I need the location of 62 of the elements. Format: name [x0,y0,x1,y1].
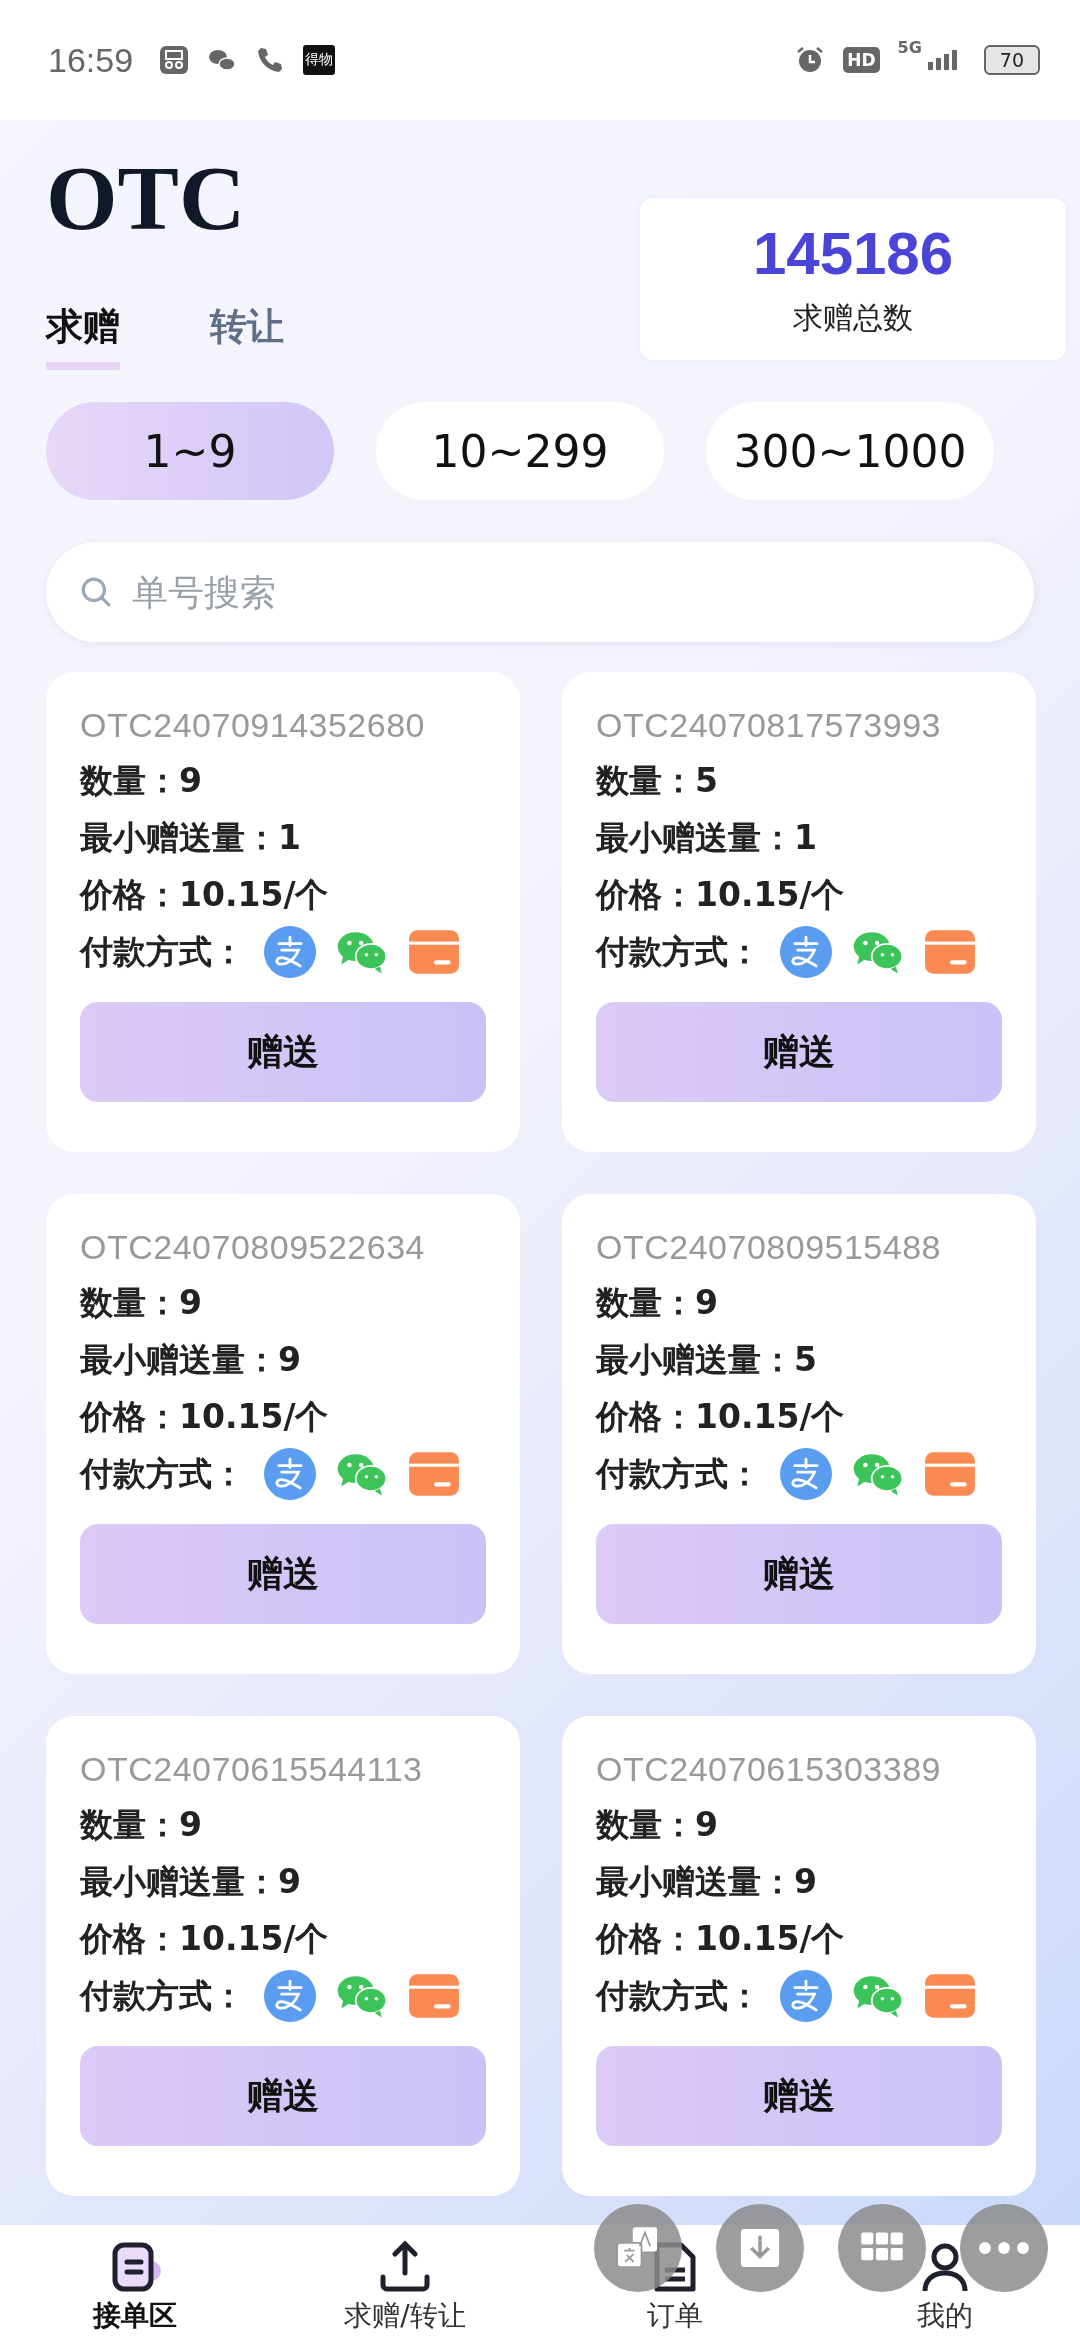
tab[interactable]: 转让 [210,302,284,370]
nav-item[interactable]: 接单区 [25,2239,245,2335]
payment-label: 付款方式： [596,1975,761,2017]
payment-label: 付款方式： [80,1975,245,2017]
total-count: 145186 [752,219,954,288]
quantity-text: 数量：9 [596,1282,718,1324]
quantity-text: 数量：9 [80,1804,202,1846]
min-amount-text: 最小赠送量：9 [80,1339,301,1381]
alipay-icon [779,925,833,978]
order-number: OTC24070809515488 [596,1227,941,1268]
price-text: 价格：10.15/个 [596,1918,845,1960]
price-text: 价格：10.15/个 [80,1396,329,1438]
payment-label: 付款方式： [596,1453,761,1495]
quantity-text: 数量：9 [80,1282,202,1324]
alipay-icon [263,1447,317,1500]
app-notification-badge: 得物 [303,45,336,75]
order-number: OTC24070615303389 [596,1749,941,1790]
gift-button[interactable]: 赠送 [596,2046,1002,2146]
nav-item[interactable]: 我的 [835,2239,1055,2335]
min-amount-text: 最小赠送量：1 [596,817,817,859]
payment-label: 付款方式： [80,931,245,973]
range-filter[interactable]: 1~9 [46,402,334,500]
network-label: 5G [897,38,922,57]
gift-button[interactable]: 赠送 [596,1524,1002,1624]
price-text: 价格：10.15/个 [596,874,845,916]
status-time: 16:59 [48,40,134,80]
search-icon [80,576,112,608]
min-amount-text: 最小赠送量：9 [80,1861,301,1903]
quantity-text: 数量：5 [596,760,718,802]
quantity-text: 数量：9 [596,1804,718,1846]
min-amount-text: 最小赠送量：1 [80,817,301,859]
order-number: OTC24070914352680 [80,705,425,746]
gift-button[interactable]: 赠送 [80,1524,486,1624]
alipay-icon [779,1969,833,2022]
alipay-icon [263,925,317,978]
gift-button[interactable]: 赠送 [80,2046,486,2146]
payment-label: 付款方式： [596,931,761,973]
price-text: 价格：10.15/个 [80,874,329,916]
search-field[interactable]: 单号搜索 [46,542,1034,642]
price-text: 价格：10.15/个 [80,1918,329,1960]
min-amount-text: 最小赠送量：5 [596,1339,817,1381]
price-text: 价格：10.15/个 [596,1396,845,1438]
battery-indicator: 70 [983,45,1040,75]
gift-button[interactable]: 赠送 [596,1002,1002,1102]
hd-badge: HD [843,47,880,73]
more-icon [979,2242,1029,2254]
range-filter[interactable]: 300~1000 [706,402,994,500]
alipay-icon [263,1969,317,2022]
nav-item[interactable]: 求赠/转让 [295,2239,515,2335]
order-number: OTC24070615544113 [80,1749,423,1790]
range-filter[interactable]: 10~299 [376,402,664,500]
screen-record-icon [159,45,190,75]
total-label: 求赠总数 [793,299,913,337]
tab[interactable]: 求赠 [46,302,120,370]
payment-label: 付款方式： [80,1453,245,1495]
page-title: OTC [46,152,247,244]
quantity-text: 数量：9 [80,760,202,802]
gift-button[interactable]: 赠送 [80,1002,486,1102]
alipay-icon [779,1447,833,1500]
order-number: OTC24070809522634 [80,1227,425,1268]
min-amount-text: 最小赠送量：9 [596,1861,817,1903]
order-number: OTC24070817573993 [596,705,941,746]
